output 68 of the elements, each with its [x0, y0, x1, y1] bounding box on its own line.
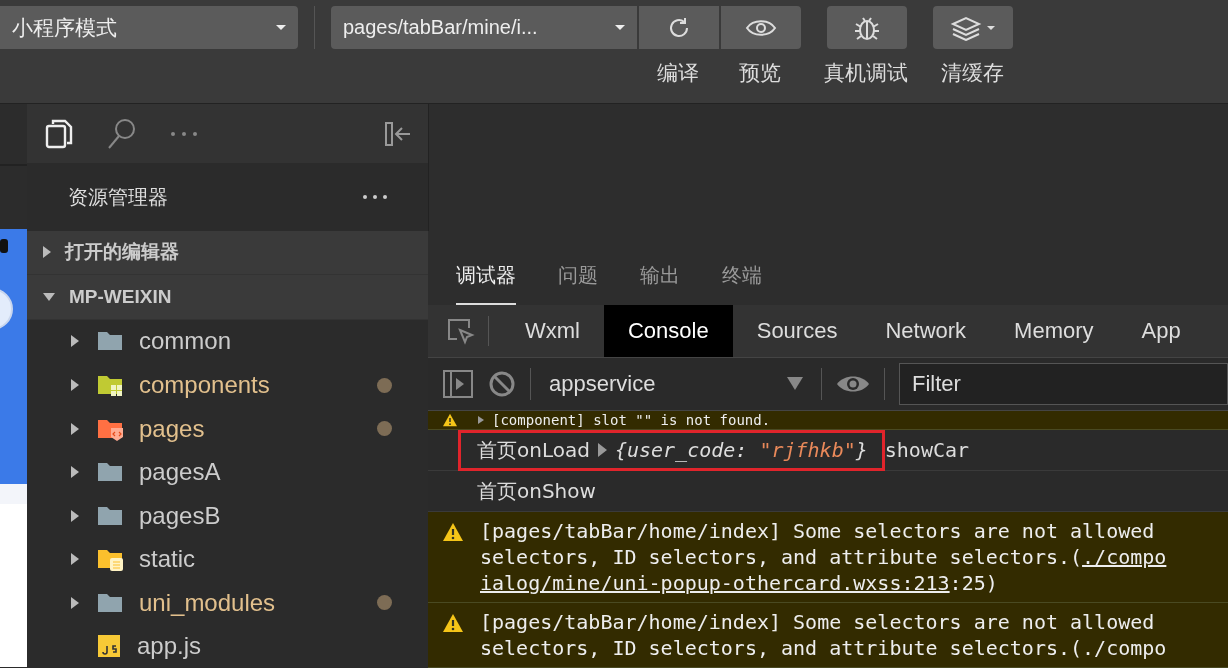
filter-field[interactable]: Filter [899, 362, 1228, 405]
context-select[interactable]: appservice [545, 370, 807, 397]
files-icon[interactable] [44, 117, 74, 150]
caret-icon [615, 25, 625, 30]
devtools-tab[interactable]: App [1117, 305, 1205, 357]
debug-button[interactable] [827, 6, 907, 49]
panel-tab[interactable]: 输出 [640, 262, 680, 305]
section-header[interactable]: MP-WEIXIN [27, 275, 428, 320]
devtools-tab[interactable]: Console [604, 305, 733, 357]
js-file-icon [97, 634, 123, 659]
action-label: 编译 [657, 60, 699, 86]
inspect-element-icon[interactable] [446, 316, 476, 345]
layers-icon [950, 14, 996, 41]
expand-arrow-icon [43, 292, 55, 301]
folder-item[interactable]: uni_modules [27, 580, 428, 625]
devtools-tab[interactable]: Sources [732, 305, 862, 357]
expand-arrow-icon[interactable] [71, 466, 79, 479]
folder-item[interactable]: components [27, 363, 428, 407]
more-icon[interactable] [170, 129, 198, 138]
warning-message: [pages/tabBar/home/index] Some selectors are not allowed selectors, ID selectors, and attribute selectors.(./compo [428, 603, 1228, 668]
section-header[interactable]: 打开的编辑器 [27, 230, 428, 276]
expand-arrow-icon[interactable] [71, 553, 79, 566]
expand-arrow-icon[interactable] [478, 416, 484, 424]
warning-icon [442, 522, 464, 542]
compile-button[interactable] [639, 6, 719, 49]
clear-console-icon[interactable] [488, 369, 516, 398]
panel-tab[interactable]: 终端 [722, 262, 762, 305]
expand-arrow-icon[interactable] [71, 335, 79, 348]
warning-message: [pages/tabBar/home/index] Some selectors are not allowed selectors, ID selectors, and attribute selectors.(./compo ialog/mine/uni-popup-othercard.wxss:213:25) [428, 512, 1228, 603]
log-text: 首页onShow [476, 477, 596, 505]
preview-button[interactable] [721, 6, 801, 49]
page-select[interactable]: pages/tabBar/mine/i... [331, 6, 637, 49]
clear-cache-button[interactable] [933, 6, 1013, 49]
folder-item[interactable]: common [27, 319, 428, 364]
caret-icon [276, 25, 286, 30]
source-link[interactable]: ./compo [1082, 545, 1167, 569]
folder-item[interactable]: pages [27, 406, 428, 451]
warning-message: [component] slot "" is not found. [428, 411, 1228, 430]
more-icon[interactable] [362, 194, 388, 200]
log-text: 首页onLoad [477, 436, 590, 464]
devtools-tab[interactable]: Memory [990, 305, 1118, 357]
mode-select[interactable]: 小程序模式 [0, 6, 298, 49]
file-item[interactable]: app.js [27, 624, 428, 668]
panel-tab[interactable]: 问题 [558, 262, 598, 305]
devtools-tab[interactable]: Wxml [501, 305, 604, 357]
folder-item[interactable]: static [27, 537, 428, 581]
action-label: 预览 [739, 60, 781, 86]
caret-icon [787, 377, 803, 391]
expand-arrow-icon[interactable] [71, 596, 79, 609]
expand-icon[interactable] [597, 443, 607, 457]
explorer-title: 资源管理器 [68, 184, 168, 210]
object-preview[interactable]: {user_code: "rjfhkb"} [614, 438, 868, 462]
expand-arrow-icon[interactable] [71, 509, 79, 522]
source-link[interactable]: ialog/mine/uni-popup-othercard.wxss:213 [480, 571, 950, 595]
folder-item[interactable]: pagesA [27, 450, 428, 494]
devtools-tab[interactable]: Network [861, 305, 991, 357]
action-label: 清缓存 [940, 60, 1004, 86]
sidebar-toggle-icon[interactable] [442, 367, 474, 400]
collapse-panel-icon[interactable] [384, 120, 412, 147]
expand-arrow-icon [43, 246, 51, 259]
expand-arrow-icon[interactable] [71, 379, 79, 391]
action-label: 真机调试 [824, 60, 908, 86]
folder-item[interactable]: pagesB [27, 493, 428, 538]
expand-arrow-icon[interactable] [71, 422, 79, 435]
warning-icon [442, 413, 458, 427]
search-icon[interactable] [106, 116, 138, 151]
log-text: showCar [884, 438, 970, 462]
warning-icon [442, 613, 464, 633]
